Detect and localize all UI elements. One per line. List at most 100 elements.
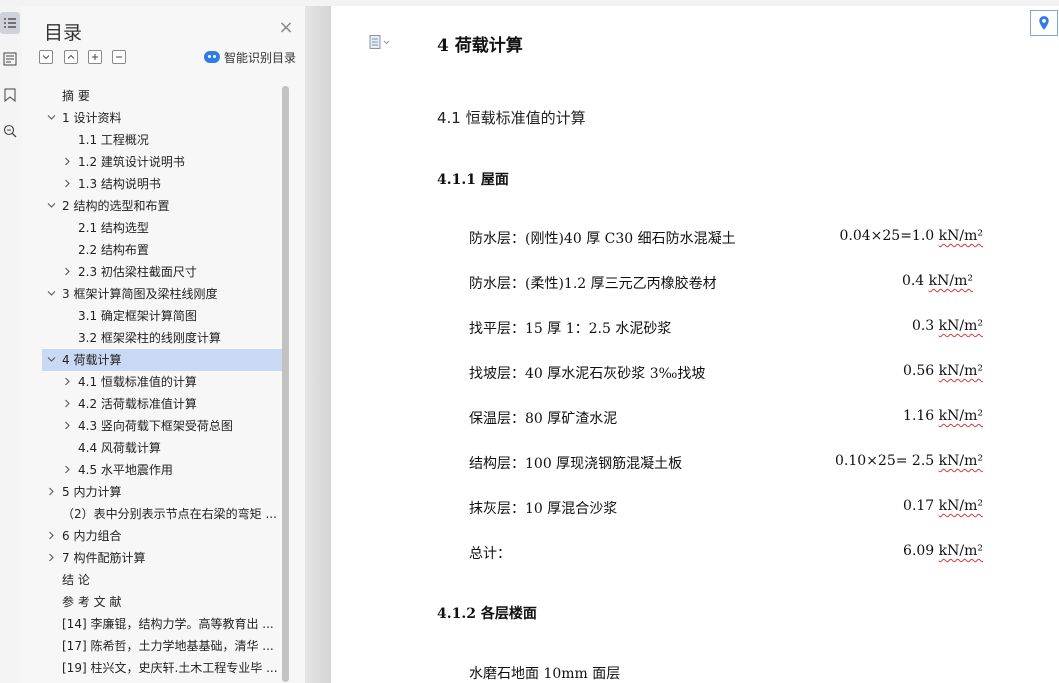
list-icon[interactable]	[0, 48, 20, 70]
toc-item-label: [17] 陈希哲，土力学地基基础，清华 ...	[62, 639, 274, 653]
load-row-value: 1.16 kN/m²	[903, 408, 983, 424]
toc-item-label: 致 谢	[62, 679, 278, 683]
chevron-down-icon[interactable]	[46, 200, 57, 211]
load-value-number: 1.16	[903, 408, 939, 424]
toc-item[interactable]: 2.1 结构选型	[42, 217, 282, 239]
toc-item[interactable]: 1.2 建筑设计说明书	[42, 151, 282, 173]
toc-item-label: 2.1 结构选型	[78, 221, 149, 235]
chevron-right-icon[interactable]	[62, 156, 73, 167]
toc-item[interactable]: （2）表中分别表示节点在右梁的弯矩 ...	[42, 503, 282, 525]
chevron-right-icon[interactable]	[62, 376, 73, 387]
toc-item[interactable]: 3.2 框架梁柱的线刚度计算	[42, 327, 282, 349]
collapse-all-icon[interactable]	[39, 50, 53, 64]
search-zoom-icon[interactable]	[0, 120, 20, 142]
toc-item[interactable]: 摘 要	[42, 85, 282, 107]
toc-item-label: 1.3 结构说明书	[78, 177, 161, 191]
toc-item[interactable]: [19] 柱兴文，史庆轩.土木工程专业毕 ...	[42, 657, 282, 679]
chevron-right-icon[interactable]	[46, 486, 57, 497]
toc-item-label: 结 论	[62, 573, 90, 587]
load-row-label: 防水层：(刚性)40 厚 C30 细石防水混凝土	[469, 231, 736, 247]
toc-scrollbar[interactable]	[282, 86, 289, 682]
subsection-heading-floors: 4.1.2 各层楼面	[437, 606, 537, 622]
chevron-down-icon[interactable]	[46, 112, 57, 123]
load-value-number: 0.04×25=1.0	[839, 228, 939, 244]
toc-item-label: 4.4 风荷载计算	[78, 441, 161, 455]
toc-item-label: 2.2 结构布置	[78, 243, 149, 257]
subsection-heading-roof: 4.1.1 屋面	[437, 172, 509, 188]
toc-icon[interactable]	[0, 12, 20, 34]
load-row-label: 找坡层：40 厚水泥石灰砂浆 3‰找坡	[469, 366, 706, 382]
toc-item-label: 4 荷载计算	[62, 353, 122, 367]
toc-item[interactable]: 参 考 文 献	[42, 591, 282, 613]
chevron-down-icon[interactable]	[46, 288, 57, 299]
load-value-number: 0.17	[903, 498, 939, 514]
toc-item[interactable]: 结 论	[42, 569, 282, 591]
smart-toc-label: 智能识别目录	[224, 50, 297, 65]
bookmark-icon[interactable]	[0, 84, 20, 106]
chevron-right-icon[interactable]	[62, 420, 73, 431]
toc-item-label: 4.5 水平地震作用	[78, 463, 173, 477]
toc-item-label: 摘 要	[62, 89, 90, 103]
load-row-label: 防水层：(柔性)1.2 厚三元乙丙橡胶卷材	[469, 276, 717, 292]
chevron-right-icon[interactable]	[62, 464, 73, 475]
load-value-unit: kN/m²	[938, 543, 983, 559]
floor-row-label: 水磨石地面 10mm 面层	[469, 666, 621, 682]
toc-item[interactable]: 4.1 恒载标准值的计算	[42, 371, 282, 393]
toc-item[interactable]: 3.1 确定框架计算简图	[42, 305, 282, 327]
toc-item[interactable]: 2.3 初估梁柱截面尺寸	[42, 261, 282, 283]
toc-item[interactable]: 4.4 风荷载计算	[42, 437, 282, 459]
remove-heading-icon[interactable]	[112, 50, 126, 64]
location-pin-icon[interactable]	[1030, 10, 1058, 36]
load-row-value: 0.04×25=1.0 kN/m²	[839, 228, 983, 244]
toc-item[interactable]: 4.5 水平地震作用	[42, 459, 282, 481]
toc-item[interactable]: 4.3 竖向荷载下框架受荷总图	[42, 415, 282, 437]
load-row-value: 6.09 kN/m²	[903, 543, 983, 559]
load-value-unit: kN/m²	[938, 408, 983, 424]
toc-item-label: 6 内力组合	[62, 529, 122, 543]
load-value-unit: kN/m²	[928, 273, 973, 289]
load-value-unit: kN/m²	[938, 363, 983, 379]
toc-item-label: 2.3 初估梁柱截面尺寸	[78, 265, 197, 279]
toc-item[interactable]: 致 谢	[42, 679, 282, 683]
load-value-number: 6.09	[903, 543, 939, 559]
expand-up-icon[interactable]	[64, 50, 78, 64]
toc-item-label: 1.2 建筑设计说明书	[78, 155, 185, 169]
add-heading-icon[interactable]	[88, 50, 102, 64]
toc-item[interactable]: 1.1 工程概况	[42, 129, 282, 151]
chevron-right-icon[interactable]	[62, 398, 73, 409]
load-row-label: 保温层：80 厚矿渣水泥	[469, 411, 618, 427]
toc-item[interactable]: 4 荷载计算	[42, 349, 282, 371]
toc-title: 目录	[44, 22, 83, 44]
smart-toc-button[interactable]: 智能识别目录	[204, 48, 296, 66]
chevron-right-icon[interactable]	[62, 178, 73, 189]
toc-item[interactable]: 2.2 结构布置	[42, 239, 282, 261]
close-icon[interactable]: ×	[278, 19, 294, 37]
ai-robot-icon	[204, 51, 220, 63]
load-row-label: 抹灰层：10 厚混合沙浆	[469, 501, 618, 517]
toc-item[interactable]: [14] 李廉锟，结构力学。高等教育出 ...	[42, 613, 282, 635]
toc-panel: 目录 × 智能识别目录 摘 要 1 设计资料 1.1 工程概况 1.2 建筑设计说明书…	[22, 6, 305, 683]
load-value-number: 0.3	[911, 318, 939, 334]
toc-item[interactable]: 1 设计资料	[42, 107, 282, 129]
chevron-right-icon[interactable]	[46, 530, 57, 541]
load-row-value: 0.17 kN/m²	[903, 498, 983, 514]
page-layout-icon[interactable]	[369, 34, 391, 49]
chevron-right-icon[interactable]	[46, 552, 57, 563]
load-row-label: 找平层：15 厚 1：2.5 水泥砂浆	[469, 321, 672, 337]
chevron-right-icon[interactable]	[62, 266, 73, 277]
toc-item[interactable]: 4.2 活荷载标准值计算	[42, 393, 282, 415]
toc-item[interactable]: 7 构件配筋计算	[42, 547, 282, 569]
toc-item-label: 1 设计资料	[62, 111, 122, 125]
chevron-down-icon[interactable]	[46, 354, 57, 365]
toc-item-label: 7 构件配筋计算	[62, 551, 146, 565]
toc-item-label: 3.2 框架梁柱的线刚度计算	[78, 331, 221, 345]
toc-item[interactable]: 2 结构的选型和布置	[42, 195, 282, 217]
toc-item[interactable]: 1.3 结构说明书	[42, 173, 282, 195]
toc-item[interactable]: 3 框架计算简图及梁柱线刚度	[42, 283, 282, 305]
document-page: 4 荷载计算 4.1 恒载标准值的计算 4.1.1 屋面 4.1.2 各层楼面 …	[331, 6, 1059, 683]
toc-scroll-thumb[interactable]	[282, 86, 289, 682]
toc-item[interactable]: [17] 陈希哲，土力学地基基础，清华 ...	[42, 635, 282, 657]
toc-item[interactable]: 5 内力计算	[42, 481, 282, 503]
load-value-number: 0.4	[901, 273, 929, 289]
toc-item[interactable]: 6 内力组合	[42, 525, 282, 547]
